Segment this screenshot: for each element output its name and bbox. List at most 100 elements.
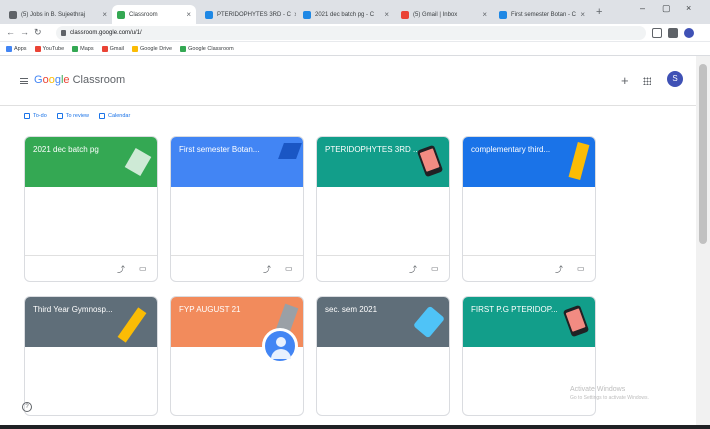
maps-icon: [72, 45, 79, 52]
class-title[interactable]: FYP AUGUST 21: [179, 305, 274, 314]
class-card[interactable]: 2021 dec batch pg ⤴ ▭: [24, 136, 158, 282]
class-banner: PTERIDOPHYTES 3RD ...: [317, 137, 449, 187]
review-icon: [56, 113, 63, 119]
star-icon[interactable]: [652, 28, 662, 38]
maximize-icon[interactable]: ▢: [662, 3, 671, 14]
folder-icon[interactable]: ▭: [285, 264, 293, 273]
close-icon[interactable]: ×: [183, 10, 191, 19]
subnav: To-do To review Calendar: [0, 106, 696, 126]
browser-tab[interactable]: (5) Jobs in B. Sujeethraj ×: [4, 5, 112, 24]
browser-tab[interactable]: (5) Gmail | Inbox ×: [396, 5, 492, 24]
google-apps-icon[interactable]: [643, 77, 651, 85]
main-menu-icon[interactable]: [20, 78, 28, 84]
class-card[interactable]: First semester Botan... ⤴ ▭: [170, 136, 304, 282]
class-title[interactable]: complementary third...: [471, 145, 566, 154]
tab-favicon: [117, 10, 125, 19]
calendar-icon: [99, 113, 105, 119]
class-title[interactable]: 2021 dec batch pg: [33, 145, 128, 154]
new-tab-button[interactable]: +: [596, 6, 602, 18]
trending-icon[interactable]: ⤴: [409, 264, 417, 275]
class-banner: complementary third...: [463, 137, 595, 187]
folder-icon[interactable]: ▭: [431, 264, 439, 273]
product-name: Classroom: [72, 74, 126, 86]
class-banner: 2021 dec batch pg: [25, 137, 157, 187]
classroom-logo[interactable]: Google Classroom: [34, 74, 125, 86]
tab-title: Classroom: [129, 11, 158, 18]
banner-illustration: [415, 143, 444, 181]
banner-illustration: [561, 303, 590, 341]
scrollbar[interactable]: [696, 56, 710, 429]
add-class-icon[interactable]: +: [621, 73, 629, 88]
profile-icon[interactable]: [684, 28, 694, 38]
gmail-icon: [101, 45, 108, 52]
tab-title: (5) Jobs in B. Sujeethraj: [21, 11, 86, 18]
account-avatar[interactable]: S: [667, 71, 683, 87]
close-icon[interactable]: ×: [577, 10, 585, 19]
lock-icon: [61, 30, 66, 36]
class-card[interactable]: PTERIDOPHYTES 3RD ... ⤴ ▭: [316, 136, 450, 282]
class-card[interactable]: sec. sem 2021: [316, 296, 450, 416]
card-footer: ⤴ ▭: [25, 255, 157, 281]
bookmark-item[interactable]: Gmail: [101, 45, 124, 52]
url-text: classroom.google.com/u/1/: [70, 30, 142, 36]
tab-favicon: [205, 10, 213, 19]
tab-favicon: [401, 10, 409, 19]
drive-icon: [132, 45, 138, 52]
tab-favicon: [9, 10, 17, 19]
tab-favicon: [303, 10, 311, 19]
scrollbar-thumb[interactable]: [699, 64, 707, 244]
bookmark-item[interactable]: Apps: [6, 45, 27, 52]
tab-title: (5) Gmail | Inbox: [413, 11, 458, 18]
browser-tab[interactable]: 2021 dec batch pg - C ×: [298, 5, 394, 24]
folder-icon[interactable]: ▭: [577, 264, 585, 273]
youtube-icon: [34, 45, 41, 52]
todo-icon: [24, 113, 30, 119]
bookmark-item[interactable]: YouTube: [34, 45, 64, 52]
trending-icon[interactable]: ⤴: [555, 264, 563, 275]
close-icon[interactable]: ×: [479, 10, 487, 19]
class-title[interactable]: First semester Botan...: [179, 145, 274, 154]
bookmark-item[interactable]: Maps: [72, 45, 94, 52]
browser-tab-active[interactable]: Classroom ×: [112, 5, 196, 24]
class-banner: First semester Botan...: [171, 137, 303, 187]
browser-tab[interactable]: First semester Botan - C ×: [494, 5, 590, 24]
class-title[interactable]: FIRST P.G PTERIDOP...: [471, 305, 566, 314]
close-icon[interactable]: ×: [381, 10, 389, 19]
class-banner: sec. sem 2021: [317, 297, 449, 347]
address-bar-row: ← → ↻ classroom.google.com/u/1/: [0, 24, 710, 42]
help-icon[interactable]: ?: [22, 402, 32, 412]
back-icon[interactable]: ←: [6, 27, 15, 37]
tab-title: 2021 dec batch pg - C: [315, 11, 375, 18]
taskbar: [0, 425, 710, 429]
todo-link[interactable]: To-do: [24, 113, 47, 119]
card-footer: ⤴ ▭: [463, 255, 595, 281]
trending-icon[interactable]: ⤴: [117, 264, 125, 275]
teacher-avatar[interactable]: [262, 328, 298, 364]
folder-icon[interactable]: ▭: [139, 264, 147, 273]
browser-tab[interactable]: PTERIDOPHYTES 3RD - C ×: [200, 5, 296, 24]
banner-illustration: [117, 303, 151, 343]
bookmark-item[interactable]: Google Classroom: [180, 45, 234, 52]
minimize-icon[interactable]: –: [640, 3, 645, 13]
close-icon[interactable]: ×: [99, 10, 107, 19]
class-title[interactable]: PTERIDOPHYTES 3RD ...: [325, 145, 420, 154]
close-window-icon[interactable]: ×: [686, 3, 691, 13]
calendar-link[interactable]: Calendar: [99, 113, 130, 119]
address-bar[interactable]: classroom.google.com/u/1/: [56, 26, 646, 40]
bookmark-item[interactable]: Google Drive: [132, 45, 172, 52]
class-title[interactable]: sec. sem 2021: [325, 305, 420, 314]
tab-favicon: [499, 10, 507, 19]
class-title[interactable]: Third Year Gymnosp...: [33, 305, 128, 314]
to-review-link[interactable]: To review: [56, 113, 89, 119]
card-footer: ⤴ ▭: [317, 255, 449, 281]
forward-icon[interactable]: →: [20, 27, 29, 37]
class-banner: Third Year Gymnosp...: [25, 297, 157, 347]
reload-icon[interactable]: ↻: [34, 27, 42, 38]
extension-icon[interactable]: [668, 28, 678, 38]
class-card[interactable]: Third Year Gymnosp...: [24, 296, 158, 416]
class-card[interactable]: complementary third... ⤴ ▭: [462, 136, 596, 282]
close-icon[interactable]: ×: [291, 10, 296, 19]
trending-icon[interactable]: ⤴: [263, 264, 271, 275]
app-header: Google Classroom + S: [0, 56, 696, 106]
card-footer: ⤴ ▭: [171, 255, 303, 281]
